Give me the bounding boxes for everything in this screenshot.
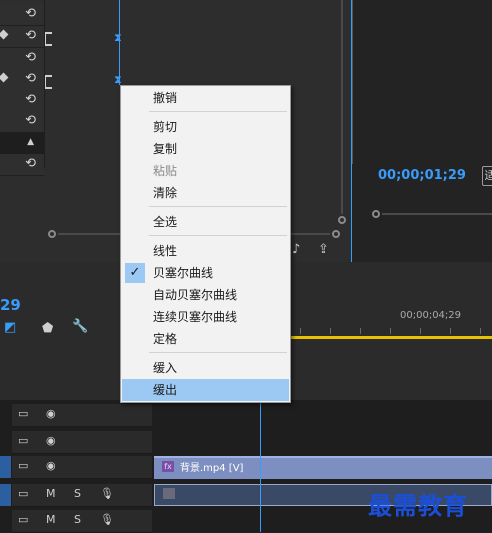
scrubber-track[interactable] xyxy=(382,213,492,215)
toggle-sync-lock-icon[interactable]: ▭ xyxy=(18,487,28,500)
keyframe-row: ⟲ xyxy=(0,26,44,48)
wrench-icon[interactable]: 🔧 xyxy=(72,319,88,334)
ruler-tick xyxy=(330,328,331,334)
menu-separator xyxy=(149,111,287,112)
clip-label: 背景.mp4 [V] xyxy=(180,463,244,474)
microphone-icon[interactable]: 🎙 xyxy=(100,513,114,526)
scroll-track[interactable] xyxy=(341,0,343,214)
toggle-sync-lock-icon[interactable]: ▭ xyxy=(18,407,28,420)
reset-icon[interactable]: ⟲ xyxy=(25,156,36,171)
keyframe-context-menu: 撤销 剪切 复制 粘贴 清除 全选 线性 ✓ 贝塞尔曲线 自动贝塞尔曲线 连续贝… xyxy=(120,85,291,403)
track-target-a1[interactable] xyxy=(0,484,11,506)
menu-item-label: 贝塞尔曲线 xyxy=(153,266,214,280)
menu-item-ease-out[interactable]: 缓出 xyxy=(122,379,289,401)
fit-dropdown-button[interactable]: 适 xyxy=(482,166,492,186)
eye-icon[interactable]: ◉ xyxy=(46,459,56,472)
reset-icon[interactable]: ⟲ xyxy=(25,28,36,43)
keyframe-row: ⟲ xyxy=(0,69,44,91)
menu-separator xyxy=(149,352,287,353)
audio-track-header: ▭ M S 🎙 xyxy=(12,510,152,533)
track-target-v1[interactable] xyxy=(0,456,11,478)
reset-icon[interactable]: ⟲ xyxy=(25,113,36,128)
step-forward-icon[interactable]: ♪ xyxy=(292,242,300,257)
scroll-end-handle[interactable] xyxy=(332,230,340,238)
video-track-header: ▭ ◉ xyxy=(12,404,152,427)
ruler-tick xyxy=(300,328,301,334)
snap-icon[interactable]: ◩ xyxy=(4,320,16,335)
menu-item-copy[interactable]: 复制 xyxy=(122,138,289,160)
mute-button[interactable]: M xyxy=(46,487,56,500)
export-frame-icon[interactable]: ⇪ xyxy=(318,242,329,257)
menu-item-undo[interactable]: 撤销 xyxy=(122,87,289,109)
menu-item-auto-bezier[interactable]: 自动贝塞尔曲线 xyxy=(122,284,289,306)
menu-item-hold[interactable]: 定格 xyxy=(122,328,289,350)
eye-icon[interactable]: ◉ xyxy=(46,434,56,447)
marker-icon[interactable]: ⬟ xyxy=(42,321,53,336)
menu-item-clear[interactable]: 清除 xyxy=(122,182,289,204)
reset-icon[interactable]: ⟲ xyxy=(25,6,36,21)
monitor-scrubber[interactable] xyxy=(372,210,492,218)
toggle-sync-lock-icon[interactable]: ▭ xyxy=(18,513,28,526)
keyframe-row-selected: ▲ xyxy=(0,133,44,155)
reset-icon[interactable]: ⟲ xyxy=(25,50,36,65)
ruler-tick xyxy=(450,328,451,334)
video-track-header: ▭ ◉ xyxy=(12,431,152,454)
menu-separator xyxy=(149,235,287,236)
menu-item-bezier[interactable]: ✓ 贝塞尔曲线 xyxy=(122,262,289,284)
video-clip[interactable]: fx 背景.mp4 [V] xyxy=(154,456,492,479)
work-area-bar[interactable] xyxy=(290,336,492,339)
keyframe-row: ⟲ xyxy=(0,90,44,112)
monitor-frame-edge xyxy=(352,0,361,164)
scrubber-handle[interactable] xyxy=(372,210,380,218)
menu-item-select-all[interactable]: 全选 xyxy=(122,211,289,233)
menu-separator xyxy=(149,206,287,207)
menu-item-cut[interactable]: 剪切 xyxy=(122,116,289,138)
collapse-triangle-icon[interactable]: ▲ xyxy=(27,137,34,147)
menu-item-ease-in[interactable]: 缓入 xyxy=(122,357,289,379)
keyframe-row: ⟲ xyxy=(0,111,44,133)
add-keyframe-diamond-icon[interactable] xyxy=(0,72,9,83)
toggle-sync-lock-icon[interactable]: ▭ xyxy=(18,434,28,447)
scroll-end-handle[interactable] xyxy=(338,216,346,224)
timeline-playhead[interactable] xyxy=(260,400,261,532)
eye-icon[interactable]: ◉ xyxy=(46,407,56,420)
keyframe-row: ⟲ xyxy=(0,48,44,70)
keyframe-rows: ⟲ ⟲ ⟲ ⟲ ⟲ ⟲ ▲ ⟲ xyxy=(0,0,44,176)
add-keyframe-diamond-icon[interactable] xyxy=(0,29,9,40)
scroll-start-handle[interactable] xyxy=(48,230,56,238)
ruler-tick xyxy=(360,328,361,334)
timeline-timecode[interactable]: 29 xyxy=(0,296,21,314)
vertical-scrollbar[interactable] xyxy=(338,0,346,226)
fx-badge xyxy=(163,488,175,499)
checkmark-icon: ✓ xyxy=(125,263,145,283)
keyframe-row: ⟲ xyxy=(0,154,44,176)
program-timecode[interactable]: 00;00;01;29 xyxy=(378,168,466,183)
ruler-time-label: 00;00;04;29 xyxy=(400,310,462,321)
menu-item-continuous-bezier[interactable]: 连续贝塞尔曲线 xyxy=(122,306,289,328)
solo-button[interactable]: S xyxy=(74,487,81,500)
ruler-tick xyxy=(480,328,481,334)
ruler-tick xyxy=(390,328,391,334)
menu-item-paste: 粘贴 xyxy=(153,164,178,178)
keyframe-row: ⟲ xyxy=(0,4,44,26)
menu-item-linear[interactable]: 线性 xyxy=(122,240,289,262)
microphone-icon[interactable]: 🎙 xyxy=(100,487,114,500)
toggle-sync-lock-icon[interactable]: ▭ xyxy=(18,459,28,472)
solo-button[interactable]: S xyxy=(74,513,81,526)
mute-button[interactable]: M xyxy=(46,513,56,526)
audio-track-header: ▭ M S 🎙 xyxy=(12,484,152,507)
ruler-tick xyxy=(420,328,421,334)
watermark: 最需教育 xyxy=(368,491,468,520)
program-monitor xyxy=(352,0,492,262)
video-track-header: ▭ ◉ xyxy=(12,456,152,479)
fx-badge: fx xyxy=(162,461,174,472)
reset-icon[interactable]: ⟲ xyxy=(25,92,36,107)
reset-icon[interactable]: ⟲ xyxy=(25,71,36,86)
